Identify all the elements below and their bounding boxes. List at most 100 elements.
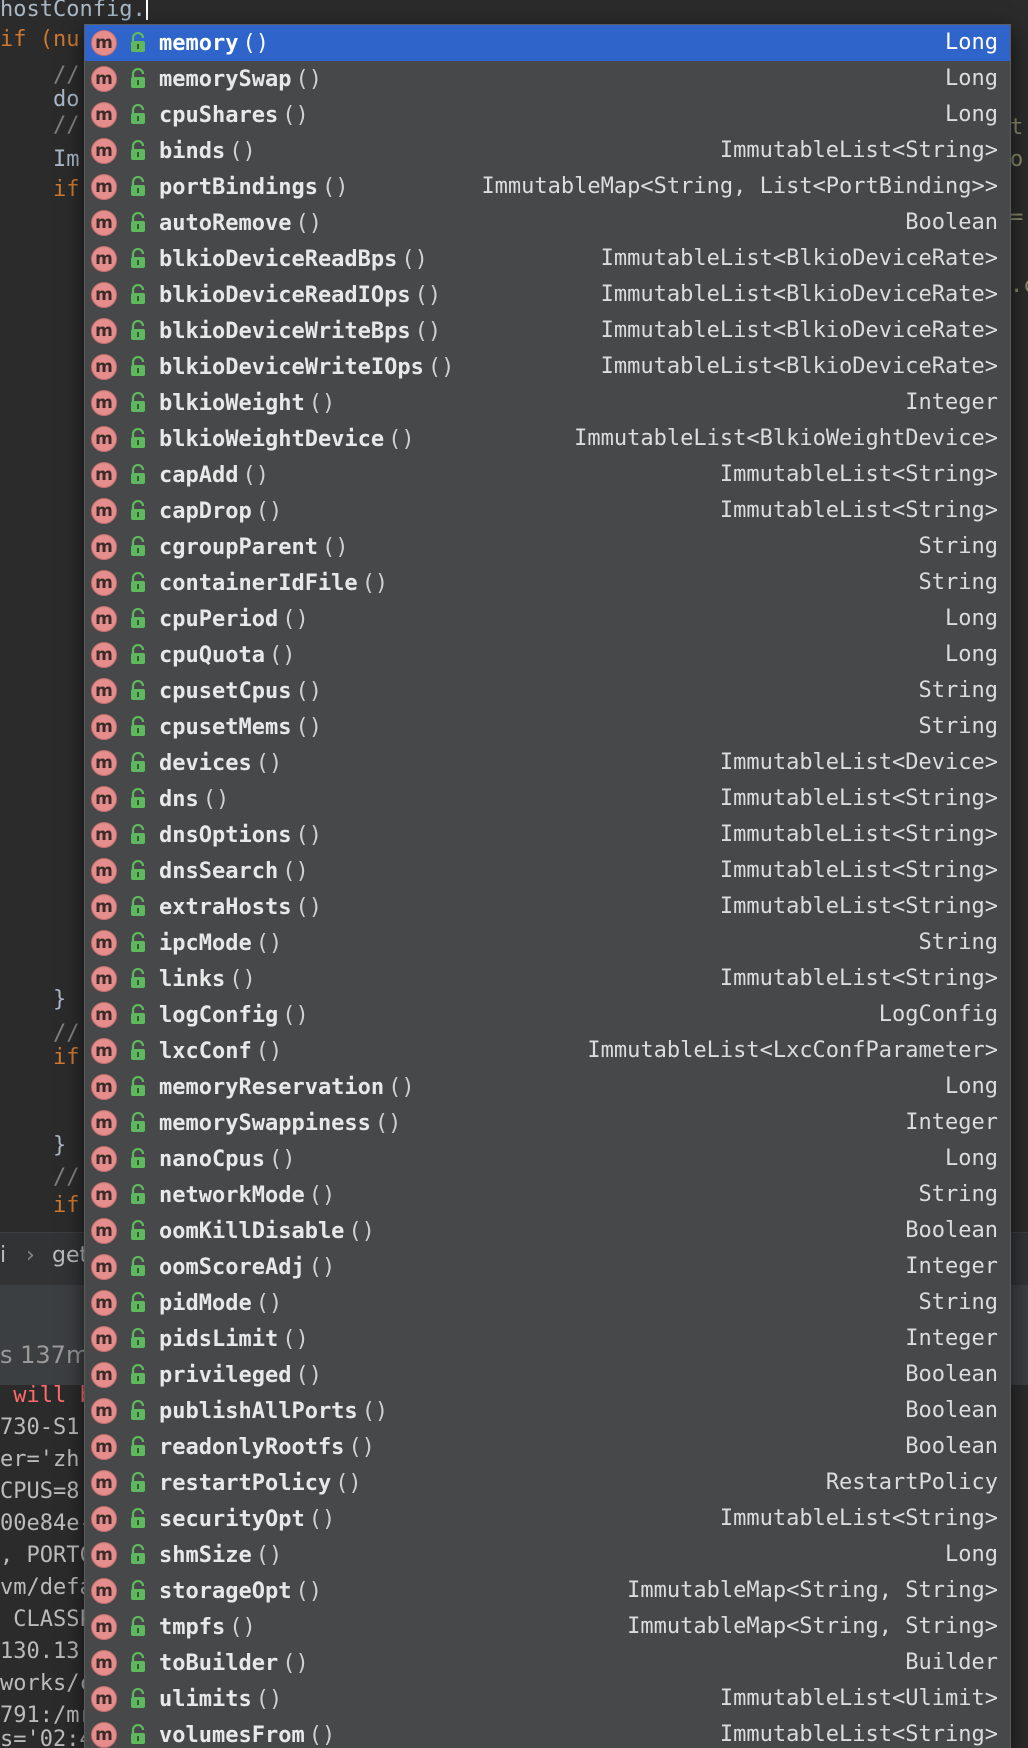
completion-item-devices[interactable]: m devices () ImmutableList<Device> [85, 745, 1010, 781]
completion-item-blkioDeviceWriteBps[interactable]: m blkioDeviceWriteBps () ImmutableList<B… [85, 313, 1010, 349]
completion-item-oomScoreAdj[interactable]: m oomScoreAdj () Integer [85, 1249, 1010, 1285]
method-icon: m [91, 354, 117, 380]
completion-item-extraHosts[interactable]: m extraHosts () ImmutableList<String> [85, 889, 1010, 925]
completion-item-autoRemove[interactable]: m autoRemove () Boolean [85, 205, 1010, 241]
code-line[interactable]: // [0, 108, 80, 144]
completion-item-cpusetMems[interactable]: m cpusetMems () String [85, 709, 1010, 745]
breadcrumb-item[interactable]: i [0, 1243, 6, 1268]
completion-item-memorySwap[interactable]: m memorySwap () Long [85, 61, 1010, 97]
completion-item-pidsLimit[interactable]: m pidsLimit () Integer [85, 1321, 1010, 1357]
code-line[interactable]: if (nu [0, 22, 79, 58]
completion-item-memory[interactable]: m memory () Long [85, 25, 1010, 61]
method-icon: m [91, 714, 117, 740]
completion-item-volumesFrom[interactable]: m volumesFrom () ImmutableList<String> [85, 1717, 1010, 1748]
completion-item-capDrop[interactable]: m capDrop () ImmutableList<String> [85, 493, 1010, 529]
completion-item-memorySwappiness[interactable]: m memorySwappiness () Integer [85, 1105, 1010, 1141]
completion-item-dnsSearch[interactable]: m dnsSearch () ImmutableList<String> [85, 853, 1010, 889]
completion-item-blkioWeightDevice[interactable]: m blkioWeightDevice () ImmutableList<Blk… [85, 421, 1010, 457]
text-caret [145, 0, 148, 20]
method-parens: () [229, 966, 256, 992]
method-parens: () [268, 1146, 296, 1172]
completion-item-dns[interactable]: m dns () ImmutableList<String> [85, 781, 1010, 817]
method-icon: m [91, 1254, 117, 1280]
completion-item-cgroupParent[interactable]: m cgroupParent () String [85, 529, 1010, 565]
public-lock-icon [127, 211, 149, 235]
code-line[interactable]: } [0, 1128, 66, 1164]
code-line[interactable]: if [0, 1188, 80, 1224]
method-icon: m [91, 1146, 117, 1172]
completion-item-cpuPeriod[interactable]: m cpuPeriod () Long [85, 601, 1010, 637]
code-line[interactable]: } [0, 982, 66, 1018]
method-parens: () [268, 642, 296, 668]
method-icon: m [91, 174, 117, 200]
method-icon: m [91, 1182, 117, 1208]
method-parens: () [282, 1650, 309, 1676]
method-name: memoryReservation [159, 1074, 385, 1100]
method-icon: m [91, 1470, 117, 1496]
completion-item-securityOpt[interactable]: m securityOpt () ImmutableList<String> [85, 1501, 1010, 1537]
completion-item-containerIdFile[interactable]: m containerIdFile () String [85, 565, 1010, 601]
method-name: dnsSearch [159, 858, 279, 884]
completion-item-ulimits[interactable]: m ulimits () ImmutableList<Ulimit> [85, 1681, 1010, 1717]
completion-item-logConfig[interactable]: m logConfig () LogConfig [85, 997, 1010, 1033]
completion-item-binds[interactable]: m binds () ImmutableList<String> [85, 133, 1010, 169]
completion-item-cpuQuota[interactable]: m cpuQuota () Long [85, 637, 1010, 673]
completion-item-oomKillDisable[interactable]: m oomKillDisable () Boolean [85, 1213, 1010, 1249]
console-line: 730-S1 [0, 1415, 80, 1440]
method-name: restartPolicy [159, 1470, 332, 1496]
method-name: storageOpt [159, 1578, 292, 1604]
public-lock-icon [127, 1111, 149, 1135]
completion-item-tmpfs[interactable]: m tmpfs () ImmutableMap<String, String> [85, 1609, 1010, 1645]
completion-item-cpuShares[interactable]: m cpuShares () Long [85, 97, 1010, 133]
completion-item-toBuilder[interactable]: m toBuilder () Builder [85, 1645, 1010, 1681]
return-type: String [918, 1290, 998, 1315]
method-icon: m [91, 390, 117, 416]
method-parens: () [282, 102, 309, 128]
completion-item-readonlyRootfs[interactable]: m readonlyRootfs () Boolean [85, 1429, 1010, 1465]
completion-item-cpusetCpus[interactable]: m cpusetCpus () String [85, 673, 1010, 709]
code-line[interactable]: if [0, 1040, 80, 1076]
completion-item-blkioWeight[interactable]: m blkioWeight () Integer [85, 385, 1010, 421]
completion-item-blkioDeviceReadBps[interactable]: m blkioDeviceReadBps () ImmutableList<Bl… [85, 241, 1010, 277]
completion-item-publishAllPorts[interactable]: m publishAllPorts () Boolean [85, 1393, 1010, 1429]
public-lock-icon [127, 1579, 149, 1603]
completion-item-shmSize[interactable]: m shmSize () Long [85, 1537, 1010, 1573]
completion-item-blkioDeviceWriteIOps[interactable]: m blkioDeviceWriteIOps () ImmutableList<… [85, 349, 1010, 385]
completion-list[interactable]: m memory () Long m memorySwap () Long m [85, 25, 1010, 1748]
return-type: ImmutableList<String> [719, 786, 998, 811]
completion-item-storageOpt[interactable]: m storageOpt () ImmutableMap<String, Str… [85, 1573, 1010, 1609]
public-lock-icon [127, 787, 149, 811]
code-completion-popup[interactable]: m memory () Long m memorySwap () Long m [84, 24, 1011, 1748]
method-name: tmpfs [159, 1614, 226, 1640]
completion-item-dnsOptions[interactable]: m dnsOptions () ImmutableList<String> [85, 817, 1010, 853]
completion-item-pidMode[interactable]: m pidMode () String [85, 1285, 1010, 1321]
completion-item-lxcConf[interactable]: m lxcConf () ImmutableList<LxcConfParame… [85, 1033, 1010, 1069]
public-lock-icon [127, 67, 149, 91]
completion-item-portBindings[interactable]: m portBindings () ImmutableMap<String, L… [85, 169, 1010, 205]
return-type: ImmutableList<Device> [719, 750, 998, 775]
completion-item-capAdd[interactable]: m capAdd () ImmutableList<String> [85, 457, 1010, 493]
public-lock-icon [127, 823, 149, 847]
return-type: Integer [905, 1326, 998, 1351]
completion-item-nanoCpus[interactable]: m nanoCpus () Long [85, 1141, 1010, 1177]
completion-item-privileged[interactable]: m privileged () Boolean [85, 1357, 1010, 1393]
method-icon: m [91, 1542, 117, 1568]
completion-item-links[interactable]: m links () ImmutableList<String> [85, 961, 1010, 997]
completion-item-memoryReservation[interactable]: m memoryReservation () Long [85, 1069, 1010, 1105]
method-icon: m [91, 1038, 117, 1064]
completion-item-blkioDeviceReadIOps[interactable]: m blkioDeviceReadIOps () ImmutableList<B… [85, 277, 1010, 313]
method-parens: () [229, 1614, 256, 1640]
code-line[interactable]: if [0, 172, 80, 208]
public-lock-icon [127, 1075, 149, 1099]
completion-item-restartPolicy[interactable]: m restartPolicy () RestartPolicy [85, 1465, 1010, 1501]
completion-item-ipcMode[interactable]: m ipcMode () String [85, 925, 1010, 961]
method-name: dnsOptions [159, 822, 292, 848]
method-name: oomKillDisable [159, 1218, 345, 1244]
return-type: Long [945, 1542, 998, 1567]
method-name: capDrop [159, 498, 252, 524]
return-type: ImmutableList<String> [719, 462, 998, 487]
method-icon: m [91, 1434, 117, 1460]
completion-item-networkMode[interactable]: m networkMode () String [85, 1177, 1010, 1213]
breadcrumb-item[interactable]: get [52, 1243, 88, 1268]
method-name: portBindings [159, 174, 318, 200]
